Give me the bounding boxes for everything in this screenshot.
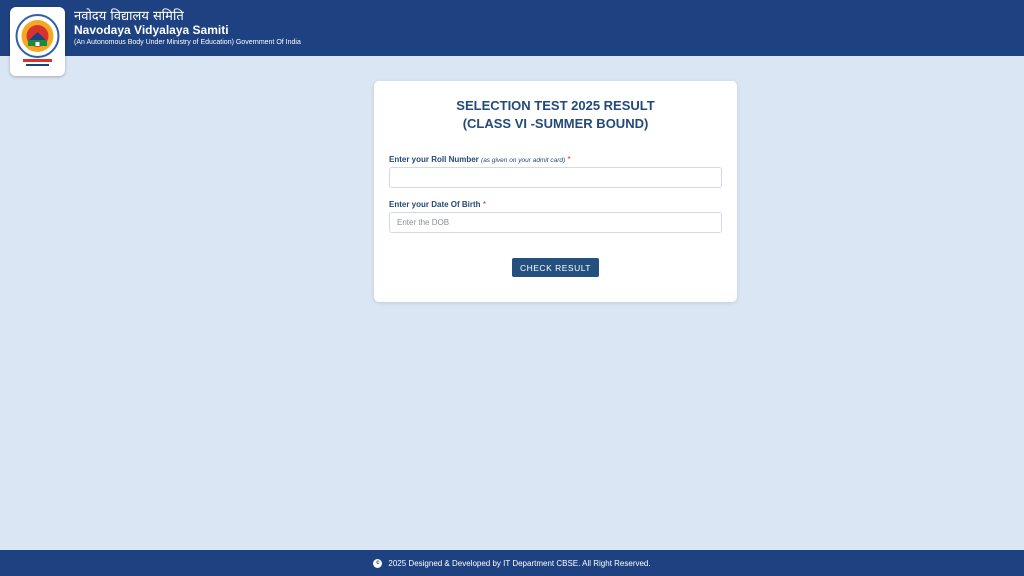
dob-label: Enter your Date Of Birth * [389,200,486,209]
roll-number-hint: (as given on your admit card) [481,157,566,164]
dob-required-mark: * [482,200,486,209]
result-form-card: SELECTION TEST 2025 RESULT (CLASS VI -SU… [374,81,737,302]
roll-number-label: Enter your Roll Number (as given on your… [389,155,571,164]
roll-number-label-text: Enter your Roll Number [389,155,479,164]
site-header: नवोदय विद्यालय समिति Navodaya Vidyalaya … [0,0,1024,76]
nvs-emblem-icon [15,14,60,66]
roll-number-input[interactable] [389,167,722,188]
dob-input[interactable] [389,212,722,233]
form-title-line-1: SELECTION TEST 2025 RESULT [456,98,655,113]
check-result-button[interactable]: CHECK RESULT [512,258,599,277]
nvs-logo [10,7,65,76]
org-name: Navodaya Vidyalaya Samiti [74,23,229,37]
org-name-hindi: नवोदय विद्यालय समिति [74,9,184,24]
form-title: SELECTION TEST 2025 RESULT (CLASS VI -SU… [374,97,737,133]
footer-content: c 2025 Designed & Developed by IT Depart… [0,550,1024,576]
form-title-line-2: (CLASS VI -SUMMER BOUND) [462,116,649,131]
copyright-icon: c [373,558,383,568]
dob-label-text: Enter your Date Of Birth [389,200,481,209]
org-subtitle: (An Autonomous Body Under Ministry of Ed… [74,39,301,46]
roll-number-required-mark: * [567,155,571,164]
footer-text: 2025 Designed & Developed by IT Departme… [388,558,651,568]
site-footer: c 2025 Designed & Developed by IT Depart… [0,550,1024,576]
